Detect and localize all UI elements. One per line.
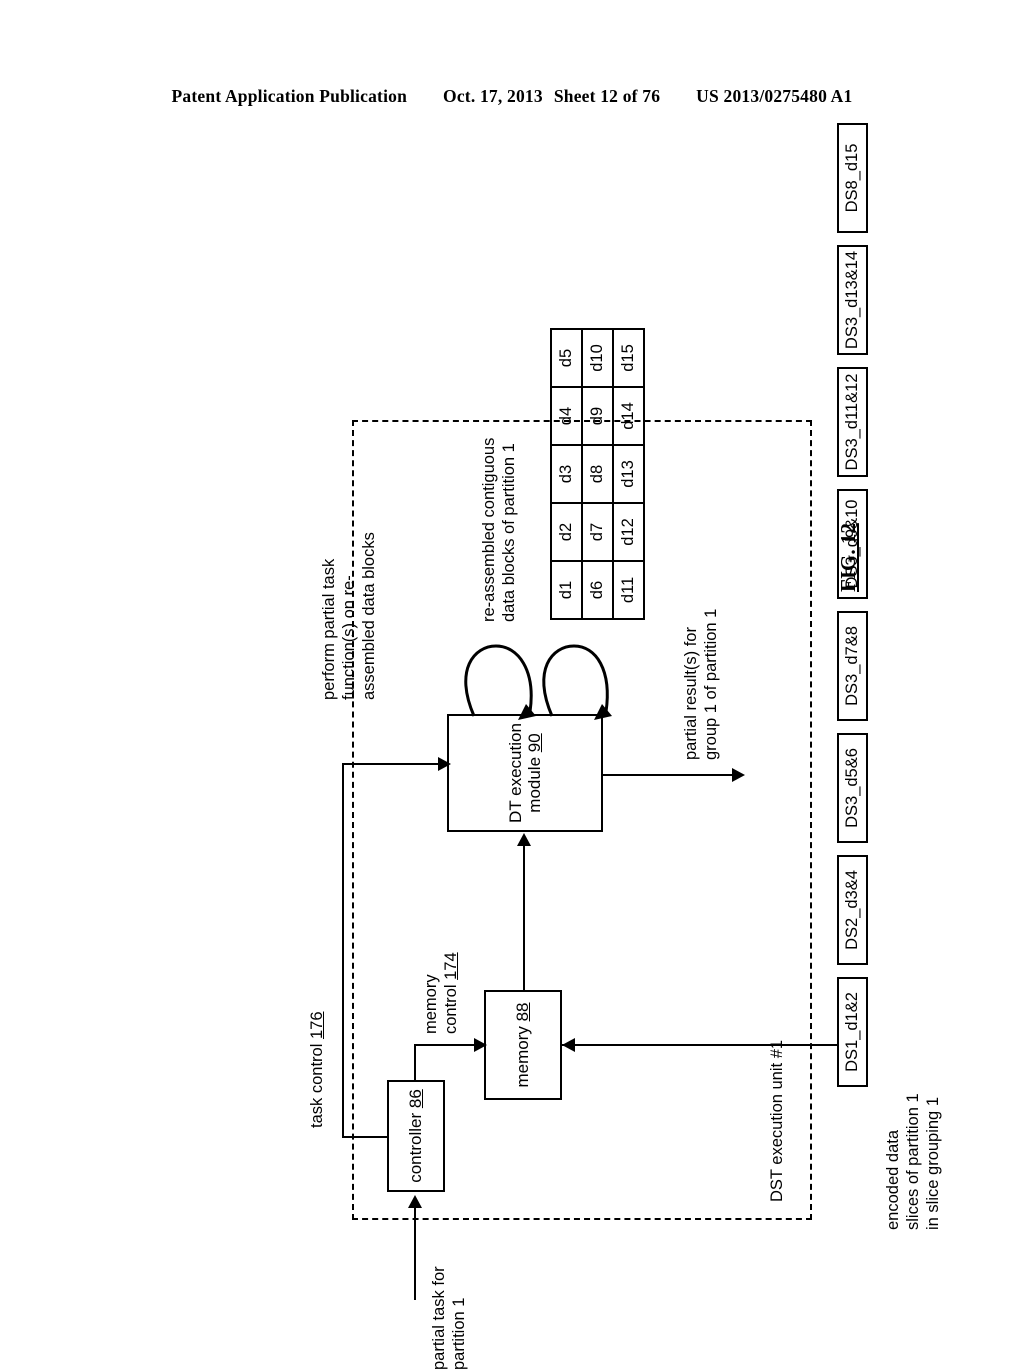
- task-control-line-v2: [342, 762, 449, 765]
- data-cell: d8: [582, 445, 613, 503]
- slice-box: DS2_d3&4: [837, 855, 868, 965]
- data-cell: d6: [582, 561, 613, 619]
- data-block-table: d1 d2 d3 d4 d5 d6 d7 d8 d9 d10 d11 d12 d…: [550, 328, 645, 620]
- partial-task-label: partial task for partition 1: [430, 1266, 468, 1370]
- data-cell: d5: [551, 329, 582, 387]
- controller-label: controller 86: [406, 1089, 426, 1183]
- data-cell: d10: [582, 329, 613, 387]
- figure-diagram: DST execution unit #1 controller 86 memo…: [212, 100, 942, 1370]
- data-cell: d3: [551, 445, 582, 503]
- dt-self-loop-icons: [464, 644, 612, 720]
- data-cell: d4: [551, 387, 582, 445]
- data-cell: d7: [582, 503, 613, 561]
- memory-control-label: memory control 174: [422, 952, 460, 1034]
- encoded-slices-annotation: encoded data slices of partition 1 in sl…: [884, 1093, 942, 1230]
- dst-execution-unit-label: DST execution unit #1: [768, 1039, 786, 1202]
- data-cell: d13: [613, 445, 644, 503]
- task-control-line-h: [342, 763, 345, 1138]
- slice-box: DS3_d5&6: [837, 733, 868, 843]
- slice-box: DS1_d1&2: [837, 977, 868, 1087]
- task-control-label: task control 176: [308, 1011, 326, 1129]
- dt-execution-module-block[interactable]: DT execution module 90: [447, 714, 603, 832]
- memory-control-arrowhead: [474, 1038, 487, 1052]
- partial-result-label: partial result(s) for group 1 of partiti…: [682, 608, 720, 760]
- slice-box: DS3_d7&8: [837, 611, 868, 721]
- partial-task-arrowhead: [408, 1195, 422, 1208]
- table-row: d1 d2 d3 d4 d5: [551, 329, 582, 619]
- memory-to-dt-arrowhead: [517, 833, 531, 846]
- slice-box: DS3_d11&12: [837, 367, 868, 477]
- reassembled-blocks-annotation: re-assembled contiguous data blocks of p…: [480, 437, 518, 622]
- data-cell: d1: [551, 561, 582, 619]
- table-row: d6 d7 d8 d9 d10: [582, 329, 613, 619]
- controller-block[interactable]: controller 86: [387, 1080, 445, 1192]
- data-cell: d11: [613, 561, 644, 619]
- slice-box: DS3_d13&14: [837, 245, 868, 355]
- slices-to-memory-line: [562, 1043, 837, 1046]
- table-row: d11 d12 d13 d14 d15: [613, 329, 644, 619]
- dt-execution-module-label: DT execution module 90: [505, 723, 544, 823]
- data-cell: d12: [613, 503, 644, 561]
- memory-to-dt-line: [523, 846, 526, 990]
- task-control-line-v: [342, 1135, 388, 1138]
- figure-caption: FIG. 12: [836, 523, 860, 592]
- task-control-arrowhead: [438, 757, 451, 771]
- data-cell: d9: [582, 387, 613, 445]
- slice-box: DS8_d15: [837, 123, 868, 233]
- memory-block[interactable]: memory 88: [484, 990, 562, 1100]
- data-cell: d14: [613, 387, 644, 445]
- partial-result-arrowhead: [732, 768, 745, 782]
- partial-result-line-v: [603, 773, 741, 776]
- partial-task-line: [414, 1208, 417, 1300]
- data-cell: d15: [613, 329, 644, 387]
- data-cell: d2: [551, 503, 582, 561]
- slices-to-memory-arrowhead: [562, 1038, 575, 1052]
- memory-label: memory 88: [513, 1002, 533, 1088]
- encoded-slice-list: DS1_d1&2 DS2_d3&4 DS3_d5&6 DS3_d7&8 DS3_…: [837, 123, 868, 1087]
- memory-control-line-h: [414, 1044, 417, 1080]
- perform-partial-task-annotation: perform partial task function(s) on re- …: [320, 532, 378, 700]
